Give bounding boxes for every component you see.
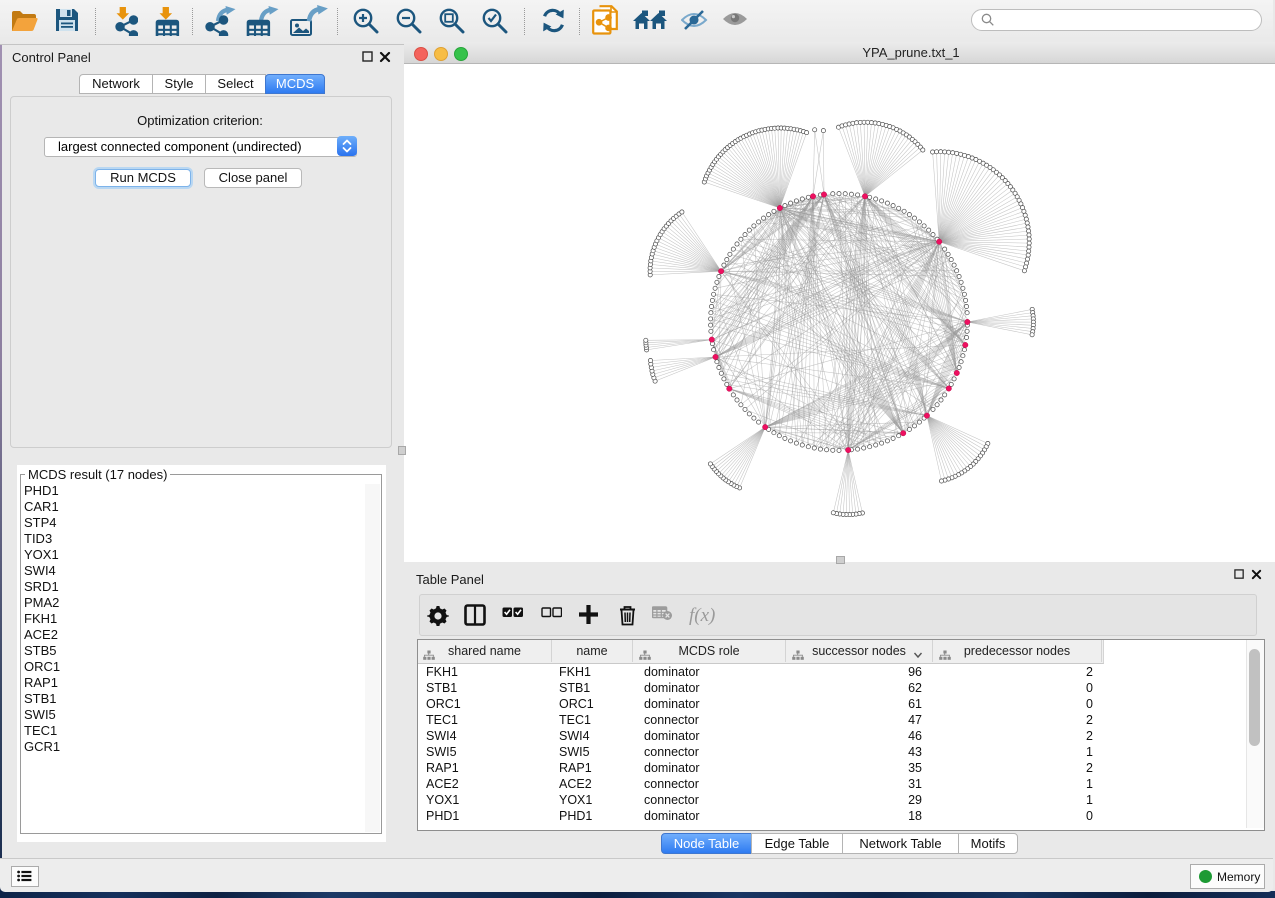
svg-text:f(x): f(x) xyxy=(689,605,715,626)
